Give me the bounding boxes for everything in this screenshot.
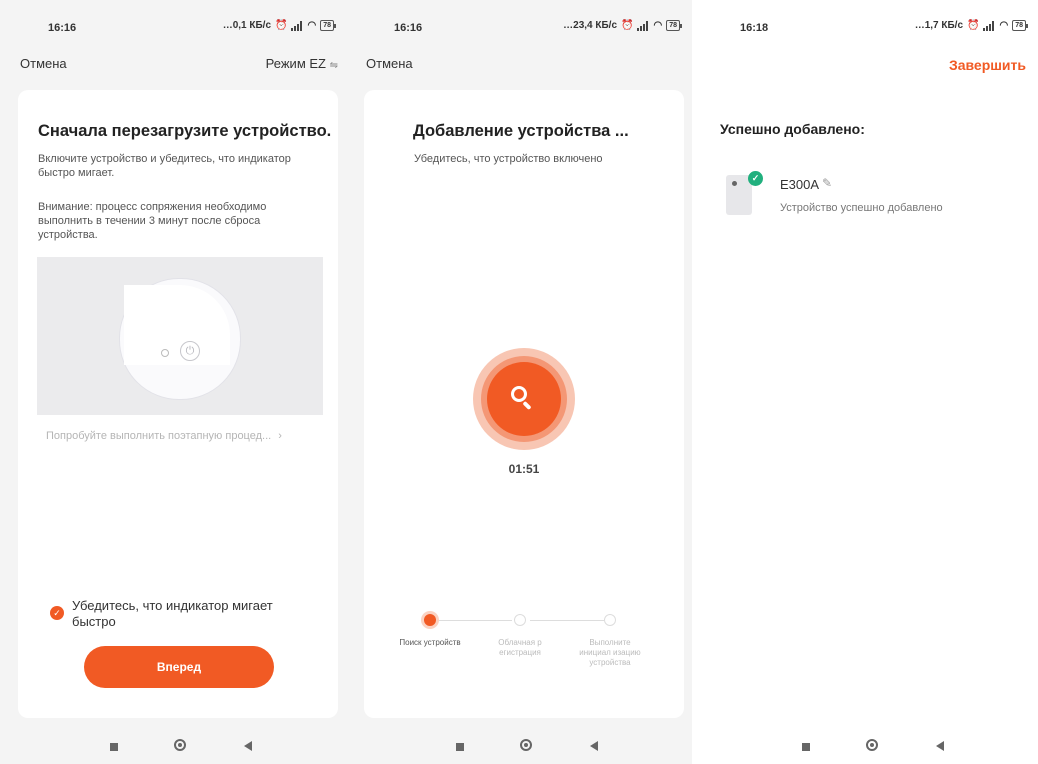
network-speed: …23,4 КБ/с bbox=[563, 20, 618, 31]
wifi-icon: ◠ bbox=[999, 20, 1009, 31]
signal-icon bbox=[291, 20, 303, 31]
step-dot-search bbox=[424, 614, 436, 626]
top-bar: Отмена Режим EZ ⇋ bbox=[0, 54, 346, 74]
system-nav-bar bbox=[692, 726, 1038, 764]
chevron-right-icon: › bbox=[278, 430, 282, 442]
switch-arrows-icon: ⇋ bbox=[329, 60, 338, 71]
home-icon[interactable] bbox=[174, 739, 186, 751]
status-time: 16:16 bbox=[48, 22, 77, 34]
screen-reset-device: 16:16 …0,1 КБ/с ⏰ ◠ 78 Отмена Режим EZ ⇋… bbox=[0, 0, 346, 764]
screen-success: 16:18 …1,7 КБ/с ⏰ ◠ 78 Завершить Успешно… bbox=[692, 0, 1038, 764]
home-icon[interactable] bbox=[520, 739, 532, 751]
recents-icon[interactable] bbox=[456, 743, 464, 751]
reset-card: Сначала перезагрузите устройство. Включи… bbox=[18, 90, 338, 718]
signal-icon bbox=[983, 20, 995, 31]
cancel-button[interactable]: Отмена bbox=[366, 56, 413, 71]
status-bar: 16:16 …23,4 КБ/с ⏰ ◠ 78 bbox=[346, 0, 692, 50]
countdown-timer: 01:51 bbox=[508, 462, 540, 476]
step-label-cloud: Облачная р егистрация bbox=[498, 638, 542, 657]
cancel-button[interactable]: Отмена bbox=[20, 56, 67, 71]
recents-icon[interactable] bbox=[802, 743, 810, 751]
wifi-icon: ◠ bbox=[307, 20, 317, 31]
edit-icon[interactable]: ✎ bbox=[822, 176, 832, 190]
status-icons: …23,4 КБ/с ⏰ ◠ 78 bbox=[563, 20, 682, 31]
success-check-icon: ✓ bbox=[748, 171, 763, 186]
page-title: Добавление устройства ... bbox=[413, 122, 629, 140]
battery-icon: 78 bbox=[320, 20, 336, 31]
warning-text: Внимание: процесс сопряжения необходимо … bbox=[38, 201, 267, 241]
system-nav-bar bbox=[0, 726, 346, 764]
subtitle-text: Убедитесь, что устройство включено bbox=[414, 153, 603, 165]
screen-adding-device: 16:16 …23,4 КБ/с ⏰ ◠ 78 Отмена Добавлени… bbox=[346, 0, 692, 764]
status-bar: 16:18 …1,7 КБ/с ⏰ ◠ 78 bbox=[692, 0, 1038, 50]
checkbox-label: Убедитесь, что индикатор мигает быстро bbox=[72, 598, 273, 629]
alarm-icon: ⏰ bbox=[621, 20, 634, 31]
status-icons: …0,1 КБ/с ⏰ ◠ 78 bbox=[222, 20, 336, 31]
device-illustration: ⏻ bbox=[37, 257, 323, 415]
step-label-search: Поиск устройств bbox=[399, 638, 461, 647]
device-status: Устройство успешно добавлено bbox=[780, 202, 943, 214]
finish-button[interactable]: Завершить bbox=[949, 57, 1026, 73]
status-time: 16:18 bbox=[740, 22, 769, 34]
back-icon[interactable] bbox=[936, 741, 944, 751]
search-icon bbox=[511, 386, 527, 402]
network-speed: …0,1 КБ/с bbox=[222, 20, 272, 31]
alarm-icon: ⏰ bbox=[275, 20, 288, 31]
battery-icon: 78 bbox=[1012, 20, 1028, 31]
system-nav-bar bbox=[346, 726, 692, 764]
mode-label: Режим EZ bbox=[265, 56, 326, 71]
alarm-icon: ⏰ bbox=[967, 20, 980, 31]
back-icon[interactable] bbox=[590, 741, 598, 751]
network-speed: …1,7 КБ/с bbox=[914, 20, 964, 31]
success-title: Успешно добавлено: bbox=[720, 121, 865, 137]
battery-icon: 78 bbox=[666, 20, 682, 31]
device-name: E300A bbox=[780, 177, 820, 192]
step-dot-cloud bbox=[514, 614, 526, 626]
status-icons: …1,7 КБ/с ⏰ ◠ 78 bbox=[914, 20, 1028, 31]
indicator-icon bbox=[161, 349, 169, 357]
step-dot-init bbox=[604, 614, 616, 626]
step-by-step-link[interactable]: Попробуйте выполнить поэтапную процед...… bbox=[46, 430, 282, 442]
recents-icon[interactable] bbox=[110, 743, 118, 751]
wifi-icon: ◠ bbox=[653, 20, 663, 31]
step-by-step-label: Попробуйте выполнить поэтапную процед... bbox=[46, 430, 272, 442]
power-icon: ⏻ bbox=[180, 341, 200, 361]
home-icon[interactable] bbox=[866, 739, 878, 751]
instruction-text: Включите устройство и убедитесь, что инд… bbox=[38, 153, 291, 179]
check-icon[interactable]: ✓ bbox=[50, 606, 64, 620]
mode-switch[interactable]: Режим EZ ⇋ bbox=[266, 56, 338, 71]
status-time: 16:16 bbox=[394, 22, 423, 34]
next-button[interactable]: Вперед bbox=[84, 646, 274, 688]
status-bar: 16:16 …0,1 КБ/с ⏰ ◠ 78 bbox=[0, 0, 346, 50]
device-image: ⏻ bbox=[119, 278, 241, 400]
signal-icon bbox=[637, 20, 649, 31]
page-title: Сначала перезагрузите устройство. bbox=[38, 122, 332, 140]
top-bar: Отмена bbox=[346, 54, 692, 74]
searching-animation bbox=[473, 348, 575, 450]
progress-steps: Поиск устройств Облачная р егистрация Вы… bbox=[390, 608, 650, 688]
adding-card: Добавление устройства ... Убедитесь, что… bbox=[364, 90, 684, 718]
back-icon[interactable] bbox=[244, 741, 252, 751]
step-label-init: Выполните инициал изацию устройства bbox=[579, 638, 641, 667]
